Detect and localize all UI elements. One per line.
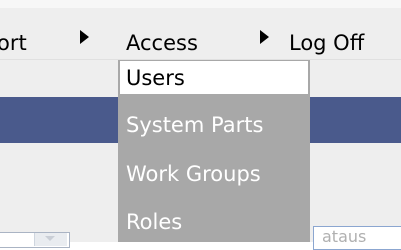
left-content-panel xyxy=(0,60,118,242)
menu-item-work-groups[interactable]: Work Groups xyxy=(118,157,310,191)
menu-item-label: System Parts xyxy=(126,113,264,137)
menu-item-label: Users xyxy=(126,66,185,90)
chevron-down-icon xyxy=(45,236,55,241)
section-header-bar xyxy=(0,97,118,143)
status-field-value: ataus xyxy=(322,227,367,246)
section-header-bar xyxy=(310,97,401,143)
menu-item-roles[interactable]: Roles xyxy=(118,205,310,239)
submenu-arrow-icon xyxy=(260,30,269,44)
top-strip xyxy=(0,0,401,8)
menu-item-log-off[interactable]: Log Off xyxy=(289,30,364,56)
menu-item-system-parts[interactable]: System Parts xyxy=(118,108,310,142)
menu-item-users[interactable]: Users xyxy=(120,61,308,94)
menu-item-report[interactable]: ort xyxy=(0,30,27,56)
menu-item-label: Work Groups xyxy=(126,162,261,186)
right-content-panel xyxy=(310,60,401,242)
submenu-arrow-icon xyxy=(80,30,89,44)
menu-item-label: Roles xyxy=(126,210,183,234)
access-dropdown-menu: Users System Parts Work Groups Roles xyxy=(118,60,310,242)
menu-bar: ort Access Log Off xyxy=(0,8,401,60)
menu-item-access[interactable]: Access xyxy=(126,30,198,56)
